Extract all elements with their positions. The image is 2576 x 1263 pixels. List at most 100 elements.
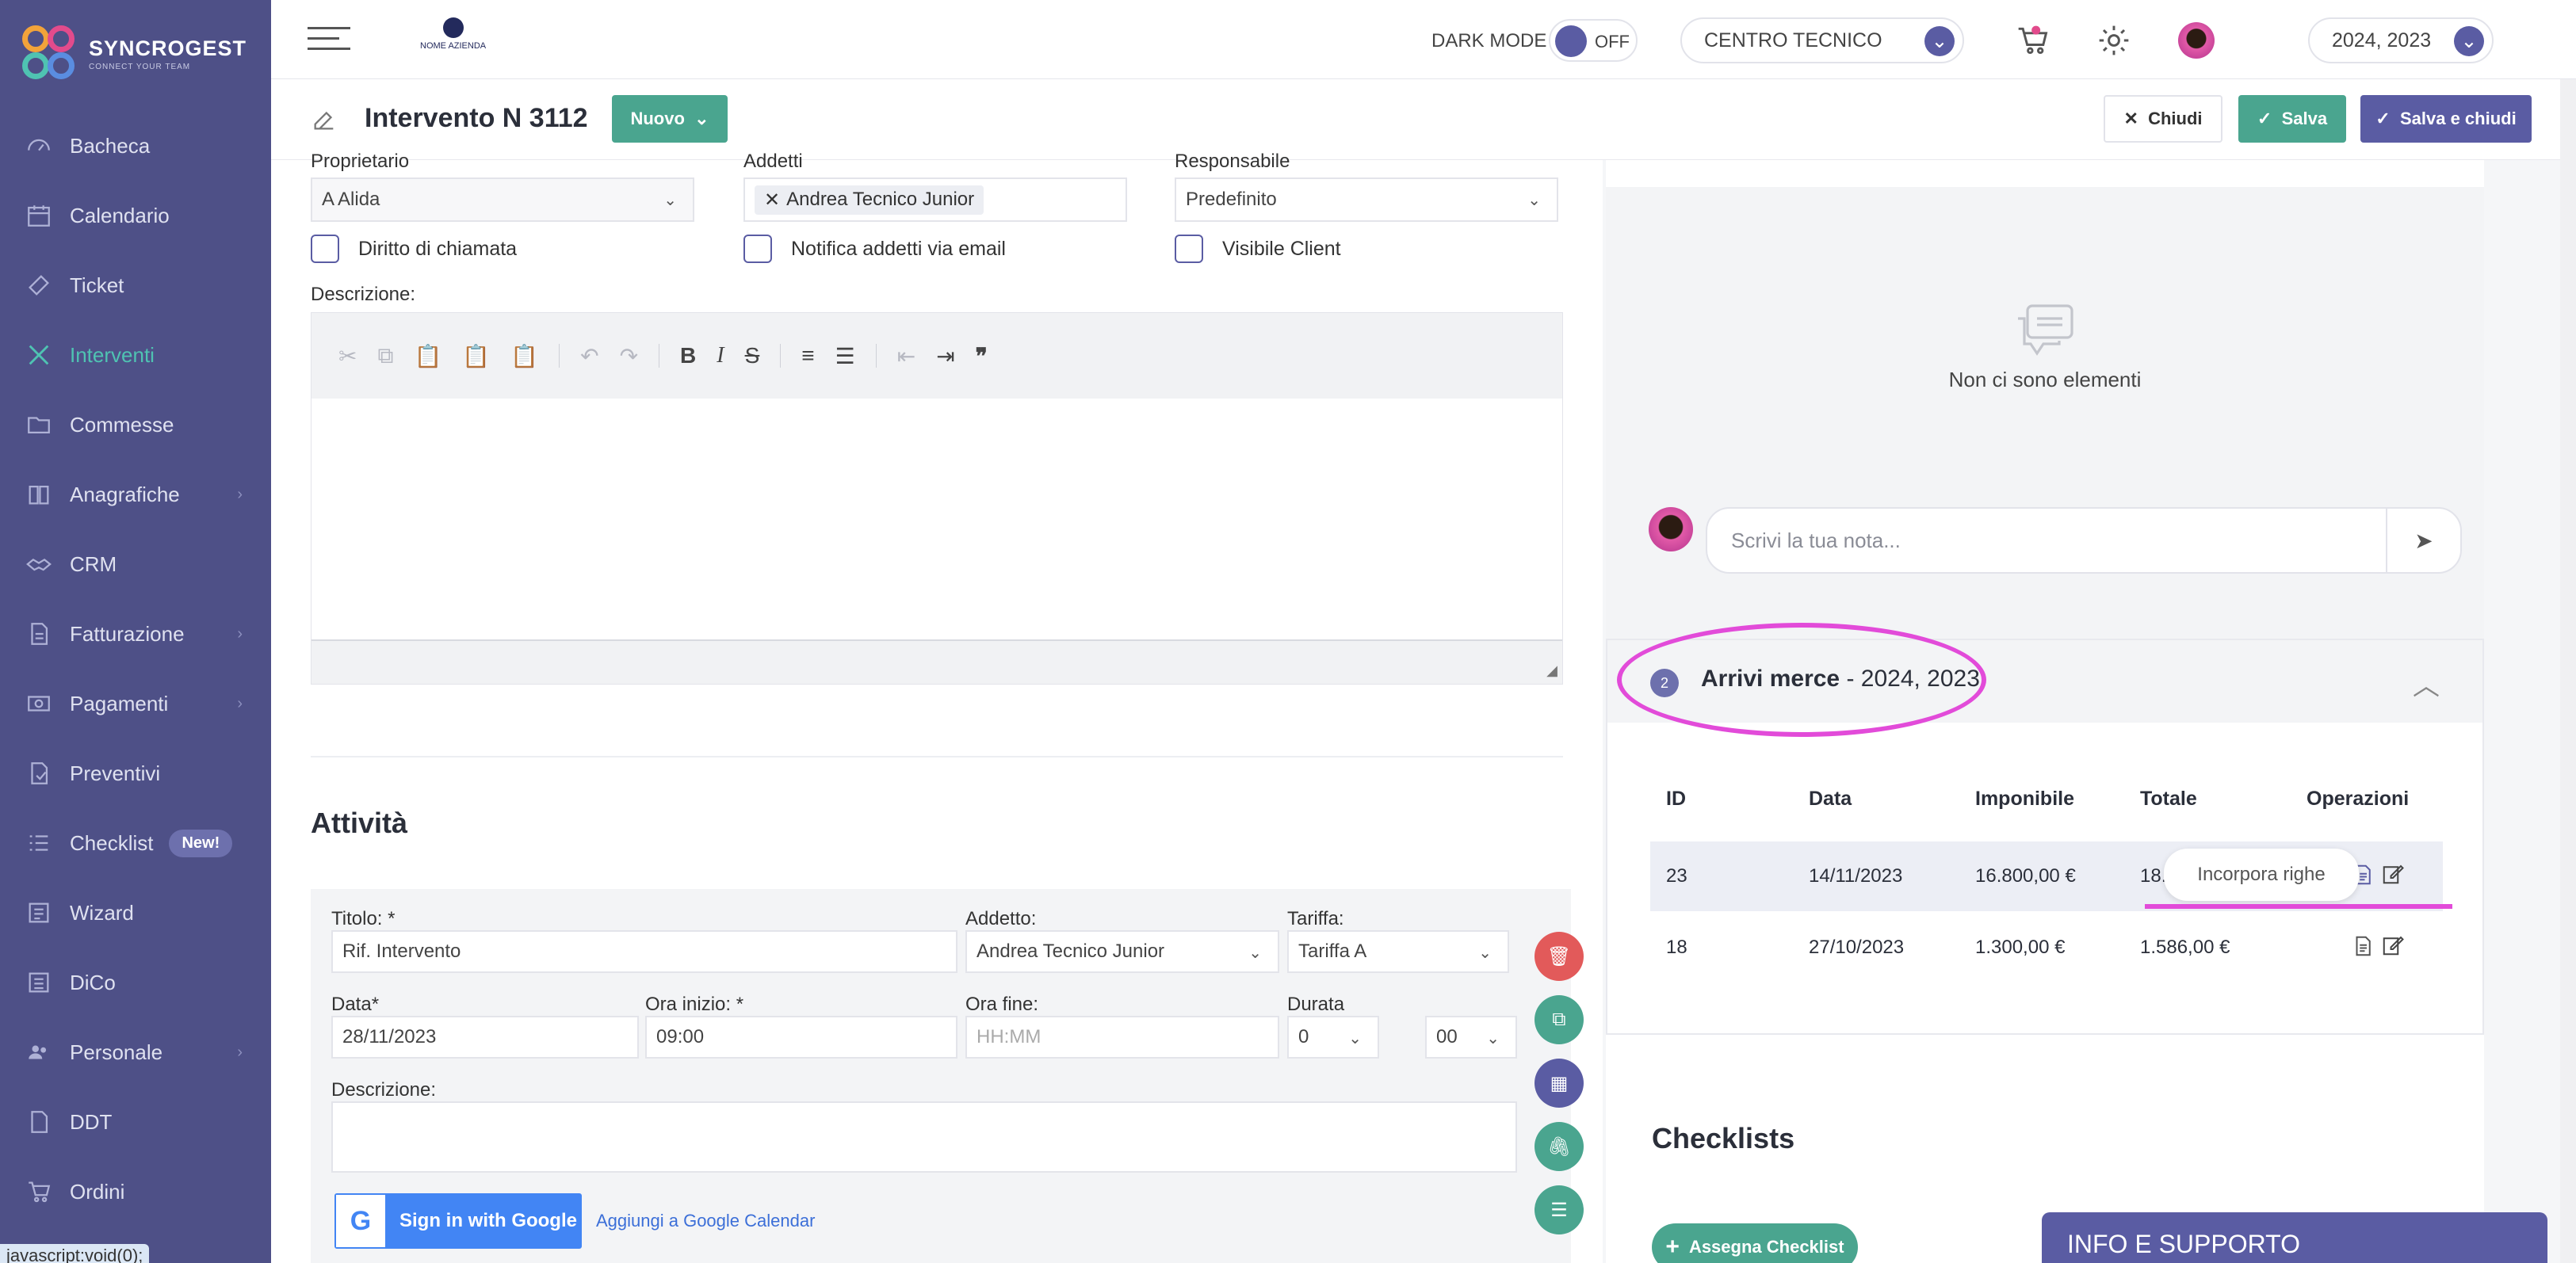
send-icon[interactable]: ➤	[2386, 509, 2460, 572]
nuovo-button[interactable]: Nuovo ⌄	[612, 95, 728, 143]
bold-icon[interactable]: B	[680, 343, 696, 368]
sidebar-item-ddt[interactable]: DDT	[0, 1087, 271, 1157]
dark-mode-label: DARK MODE	[1431, 30, 1547, 52]
attachment-icon[interactable]: 🖇	[1535, 1122, 1584, 1171]
sidebar-item-checklist[interactable]: Checklist New!	[0, 808, 271, 878]
edit-icon[interactable]	[2381, 933, 2408, 960]
tariffa-select[interactable]: Tariffa A ⌄	[1287, 930, 1509, 973]
sidebar-item-crm[interactable]: CRM	[0, 529, 271, 599]
top-bar: NOME AZIENDA DARK MODE OFF CENTRO TECNIC…	[271, 0, 2576, 79]
table-row[interactable]: 18 27/10/2023 1.300,00 € 1.586,00 €	[1650, 913, 2443, 983]
addetto-select[interactable]: Andrea Tecnico Junior ⌄	[965, 930, 1279, 973]
proprietario-select[interactable]: A Alida ⌄	[311, 177, 694, 222]
strikethrough-icon[interactable]: S	[745, 343, 760, 368]
year-select-value: 2024, 2023	[2332, 29, 2432, 52]
ora-inizio-input[interactable]: 09:00	[645, 1016, 957, 1059]
addetti-tag[interactable]: ✕ Andrea Tecnico Junior	[755, 185, 984, 215]
incorpora-righe-icon[interactable]	[2351, 933, 2378, 960]
visibile-client-checkbox[interactable]	[1175, 235, 1203, 263]
numbered-list-icon[interactable]: ≡	[801, 343, 814, 368]
document-icon	[24, 967, 54, 998]
page-scrollbar[interactable]	[2560, 79, 2576, 1263]
sidebar-item-interventi[interactable]: Interventi	[0, 320, 271, 390]
sidebar-item-label: DiCo	[70, 970, 116, 994]
dark-mode-state: OFF	[1595, 32, 1630, 52]
bulleted-list-icon[interactable]: ☰	[835, 343, 855, 369]
paste-word-icon[interactable]: 📋	[510, 343, 538, 369]
delete-icon[interactable]: 🗑	[1535, 932, 1584, 981]
blockquote-icon[interactable]: ❞	[976, 343, 988, 369]
intervento-form: Proprietario A Alida ⌄ Addetti ✕ Andrea Te…	[271, 151, 1603, 1263]
titolo-input[interactable]: Rif. Intervento	[331, 930, 957, 973]
logo-icon	[21, 24, 78, 84]
center-select[interactable]: CENTRO TECNICO ⌄	[1680, 17, 1964, 63]
sidebar-item-wizard[interactable]: Wizard	[0, 878, 271, 948]
arrivi-merce-header[interactable]: 2 Arrivi merce - 2024, 2023 ︿	[1607, 640, 2482, 723]
sidebar-item-label: Pagamenti	[70, 691, 169, 715]
year-select[interactable]: 2024, 2023 ⌄	[2308, 17, 2494, 63]
empty-notes-text: Non ci sono elementi	[1948, 368, 2142, 391]
notifica-addetti-checkbox[interactable]	[743, 235, 772, 263]
sidebar-item-anagrafiche[interactable]: Anagrafiche ›	[0, 460, 271, 529]
sidebar-item-personale[interactable]: Personale ›	[0, 1017, 271, 1087]
diritto-chiamata-checkbox[interactable]	[311, 235, 339, 263]
undo-icon[interactable]: ↶	[580, 343, 598, 369]
sidebar-item-ticket[interactable]: Ticket	[0, 250, 271, 320]
paste-text-icon[interactable]: 📋	[462, 343, 490, 369]
ora-fine-label: Ora fine:	[965, 994, 1039, 1015]
data-input[interactable]: 28/11/2023	[331, 1016, 639, 1059]
assegna-checklist-button[interactable]: + Assegna Checklist	[1652, 1223, 1858, 1263]
indent-icon[interactable]: ⇥	[936, 343, 954, 369]
durata-hours-select[interactable]: 0 ⌄	[1287, 1016, 1379, 1059]
user-avatar[interactable]	[2178, 22, 2215, 59]
sidebar-item-preventivi[interactable]: Preventivi	[0, 738, 271, 808]
attivita-descrizione-textarea[interactable]	[331, 1101, 1517, 1173]
chevron-up-icon[interactable]: ︿	[2413, 664, 2440, 703]
plus-icon: +	[1665, 1234, 1680, 1260]
user-avatar	[1649, 507, 1693, 551]
addetti-multiselect[interactable]: ✕ Andrea Tecnico Junior	[743, 177, 1127, 222]
google-sign-in-button[interactable]: G Sign in with Google	[334, 1193, 582, 1249]
sidebar-item-commesse[interactable]: Commesse	[0, 390, 271, 460]
resize-handle-icon[interactable]: ◢	[1546, 662, 1557, 679]
sidebar-item-pagamenti[interactable]: Pagamenti ›	[0, 669, 271, 738]
salva-e-chiudi-button[interactable]: ✓ Salva e chiudi	[2360, 95, 2532, 143]
sidebar-item-bacheca[interactable]: Bacheca	[0, 111, 271, 181]
new-badge: New!	[169, 829, 233, 857]
check-icon: ✓	[2257, 109, 2272, 128]
google-calendar-link[interactable]: Aggiungi a Google Calendar	[596, 1211, 815, 1231]
close-icon: ✕	[2123, 109, 2138, 128]
sidebar-item-ordini[interactable]: Ordini	[0, 1157, 271, 1227]
cart-icon[interactable]	[2015, 22, 2051, 59]
rich-text-editor[interactable]: ✂ ⧉ 📋 📋 📋 ↶ ↷ B I S ≡ ☰ ⇤ ⇥ ❞ ◢	[311, 312, 1563, 685]
dark-mode-toggle[interactable]: OFF	[1549, 19, 1638, 62]
remove-tag-icon[interactable]: ✕	[764, 189, 780, 212]
ora-fine-input[interactable]: HH:MM	[965, 1016, 1279, 1059]
italic-icon[interactable]: I	[717, 343, 724, 368]
info-supporto-widget[interactable]: INFO E SUPPORTO	[2042, 1212, 2547, 1263]
paste-icon[interactable]: 📋	[414, 343, 441, 369]
outdent-icon[interactable]: ⇤	[897, 343, 915, 369]
page-header: Intervento N 3112 Nuovo ⌄ ✕ Chiudi ✓ Sal…	[271, 79, 2576, 160]
durata-minutes-select[interactable]: 00 ⌄	[1425, 1016, 1517, 1059]
sidebar-item-label: DDT	[70, 1109, 113, 1134]
brand-logo[interactable]: SYNCROGEST CONNECT YOUR TEAM	[21, 24, 247, 84]
cut-icon[interactable]: ✂	[338, 343, 357, 369]
copy-icon[interactable]: ⧉	[377, 343, 393, 369]
gear-icon[interactable]	[2096, 22, 2132, 59]
chiudi-button[interactable]: ✕ Chiudi	[2104, 95, 2222, 143]
calendar-icon[interactable]: ▦	[1535, 1059, 1584, 1108]
ticket-icon	[24, 270, 54, 300]
menu-toggle-icon[interactable]	[308, 27, 350, 58]
responsabile-select[interactable]: Predefinito ⌄	[1175, 177, 1558, 222]
duplicate-icon[interactable]: ⧉	[1535, 995, 1584, 1044]
sidebar-item-fatturazione[interactable]: Fatturazione ›	[0, 599, 271, 669]
edit-icon[interactable]	[2381, 862, 2408, 889]
sidebar-item-calendario[interactable]: Calendario	[0, 181, 271, 250]
checklist-icon[interactable]: ☰	[1535, 1185, 1584, 1234]
tariffa-label: Tariffa:	[1287, 908, 1344, 929]
note-input[interactable]: Scrivi la tua nota... ➤	[1706, 507, 2462, 574]
sidebar-item-dico[interactable]: DiCo	[0, 948, 271, 1017]
salva-button[interactable]: ✓ Salva	[2238, 95, 2346, 143]
redo-icon[interactable]: ↷	[620, 343, 638, 369]
